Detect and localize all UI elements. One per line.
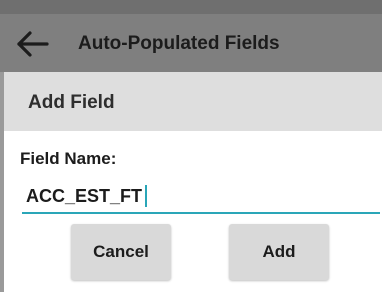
field-name-value: ACC_EST_FT	[26, 185, 143, 206]
dialog-title: Add Field	[28, 92, 115, 113]
app-title: Auto-Populated Fields	[78, 33, 280, 54]
field-name-label: Field Name:	[20, 149, 117, 168]
dialog-left-edge	[0, 72, 4, 292]
back-arrow-icon[interactable]	[16, 30, 50, 58]
status-bar	[0, 0, 382, 14]
app-bar: Auto-Populated Fields	[0, 14, 382, 72]
cancel-button[interactable]: Cancel	[71, 224, 171, 280]
add-button[interactable]: Add	[229, 224, 329, 280]
field-name-input[interactable]: ACC_EST_FT	[22, 180, 380, 214]
add-field-dialog: Add Field Field Name: ACC_EST_FT Cancel …	[0, 72, 382, 292]
text-cursor	[145, 185, 148, 207]
dialog-header: Add Field	[0, 72, 382, 131]
